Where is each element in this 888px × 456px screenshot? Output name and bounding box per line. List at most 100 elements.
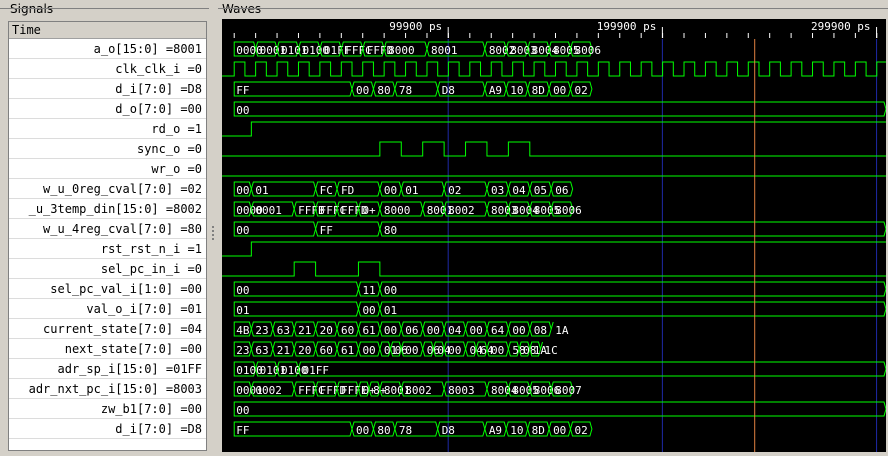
signal-row[interactable]: current_state[7:0] =04 (9, 320, 206, 339)
bus-value: 00 (384, 284, 397, 297)
bus-value: 21 (277, 344, 290, 357)
bus-value: 01 (236, 304, 249, 317)
bus-value: 10 (510, 424, 523, 437)
signal-name: d_i[7:0] =D8 (115, 422, 202, 436)
bus-value: 04 (512, 184, 526, 197)
bus-value: A9 (489, 84, 502, 97)
signal-name: sel_pc_val_i[1:0] =00 (50, 282, 202, 296)
bus-value: FC (320, 184, 333, 197)
signal-row[interactable]: _u_3temp_din[15:0] =8002 (9, 200, 206, 219)
bus-value: FF (320, 224, 333, 237)
bus-value: 8001 (431, 44, 458, 57)
bus-value: 03 (491, 184, 504, 197)
bus-value: 61 (341, 344, 354, 357)
bus-value: 8006 (555, 204, 582, 217)
signal-row[interactable]: sel_pc_in_i =0 (9, 260, 206, 279)
signal-row[interactable]: wr_o =0 (9, 160, 206, 179)
bus-value: 02 (574, 84, 587, 97)
bus-value: FD (341, 184, 354, 197)
signal-name: sync_o =0 (136, 142, 202, 156)
bus-value: 78 (399, 84, 412, 97)
signal-row[interactable]: zw_b1[7:0] =00 (9, 400, 206, 419)
bus-value: 20 (298, 344, 311, 357)
signal-row[interactable]: d_o[7:0] =00 (9, 100, 206, 119)
bus-value: A9 (489, 424, 502, 437)
bus-value: 8D (532, 424, 545, 437)
bus-value: 00 (356, 84, 369, 97)
splitter-grip-icon (212, 230, 214, 232)
signal-name: w_u_4reg_cval[7:0] =80 (43, 222, 202, 236)
bus-value: 8000 (384, 204, 411, 217)
signal-row[interactable]: sel_pc_val_i[1:0] =00 (9, 280, 206, 299)
bus-value: 80 (377, 424, 390, 437)
signal-row[interactable]: adr_sp_i[15:0] =01FF (9, 360, 206, 379)
bus-value: 05 (534, 184, 547, 197)
time-header-label: Time (12, 23, 41, 37)
signal-name: adr_sp_i[15:0] =01FF (57, 362, 203, 376)
bus-value: 8006 (574, 44, 601, 57)
bus-value: 20 (320, 324, 333, 337)
signal-name: sel_pc_in_i =0 (100, 262, 202, 276)
signal-row[interactable]: rst_rst_n_i =1 (9, 240, 206, 259)
signal-row[interactable]: clk_clk_i =0 (9, 60, 206, 79)
waveform-view[interactable]: 99900 ps 199900 ps 299900 ps00000001010101… (222, 19, 886, 452)
splitter-grip-icon (212, 226, 214, 228)
signal-row[interactable]: next_state[7:0] =00 (9, 340, 206, 359)
bus-value: 21 (298, 324, 311, 337)
bus-value: 04 (448, 324, 462, 337)
signal-name: next_state[7:0] =00 (64, 342, 202, 356)
bus-value: 00 (553, 84, 566, 97)
signal-name: current_state[7:0] =04 (43, 322, 202, 336)
bus-value: 01 (405, 184, 418, 197)
bus-value: 78 (399, 424, 412, 437)
signal-row[interactable]: rd_o =1 (9, 120, 206, 139)
signal-name: wr_o =0 (151, 162, 202, 176)
bus-value: 06 (555, 184, 568, 197)
bus-value: D8 (442, 84, 455, 97)
bus-value: 00 (356, 424, 369, 437)
bus-value: 08 (534, 324, 547, 337)
bus-value: 23 (236, 344, 249, 357)
signal-row[interactable]: val_o_i[7:0] =01 (9, 300, 206, 319)
bus-value: 00 (236, 284, 249, 297)
bus-value: 00 (512, 324, 525, 337)
splitter-grip-icon (212, 238, 214, 240)
time-column-header[interactable]: Time (9, 22, 206, 39)
bus-value: 8007 (555, 384, 582, 397)
splitter-grip-icon (212, 234, 214, 236)
signal-row[interactable]: w_u_0reg_cval[7:0] =02 (9, 180, 206, 199)
signal-row[interactable]: adr_nxt_pc_i[15:0] =8003 (9, 380, 206, 399)
bus-value: 63 (277, 324, 290, 337)
bus-value: 60 (341, 324, 354, 337)
signal-row[interactable]: d_i[7:0] =D8 (9, 420, 206, 439)
bus-value: 00 (236, 184, 249, 197)
bus-value: 0+ (362, 204, 376, 217)
bus-value: 8003 (448, 384, 475, 397)
bus-value: FF (236, 424, 249, 437)
panel-splitter[interactable] (209, 0, 218, 455)
bus-value: 4B (236, 324, 250, 337)
signal-name: w_u_0reg_cval[7:0] =02 (43, 182, 202, 196)
bus-value: 06 (405, 324, 418, 337)
signal-name: d_i[7:0] =D8 (115, 82, 202, 96)
signal-row[interactable]: w_u_4reg_cval[7:0] =80 (9, 220, 206, 239)
bus-value: 01 (255, 184, 268, 197)
bus-value: 60 (320, 344, 333, 357)
signal-row[interactable]: sync_o =0 (9, 140, 206, 159)
bus-value: 00 (236, 104, 249, 117)
bus-value: 00 (470, 324, 483, 337)
ruler-time-label: 99900 ps (389, 20, 442, 33)
bus-value: 8D (532, 84, 545, 97)
signal-name: _u_3temp_din[15:0] =8002 (28, 202, 202, 216)
signal-row[interactable]: a_o[15:0] =8001 (9, 40, 206, 59)
signals-list[interactable]: Time a_o[15:0] =8001 clk_clk_i =0 d_i[7:0]… (8, 21, 207, 451)
bus-value: 64 (491, 324, 505, 337)
signal-row[interactable]: d_i[7:0] =D8 (9, 80, 206, 99)
bus-value: 8000 (388, 44, 415, 57)
signal-name: adr_nxt_pc_i[15:0] =8003 (28, 382, 202, 396)
bus-value: 00 (491, 344, 504, 357)
bus-value: 11 (362, 284, 375, 297)
bus-value: 00 (362, 344, 375, 357)
signal-name: val_o_i[7:0] =01 (86, 302, 202, 316)
bus-value: 01FF (302, 364, 329, 377)
